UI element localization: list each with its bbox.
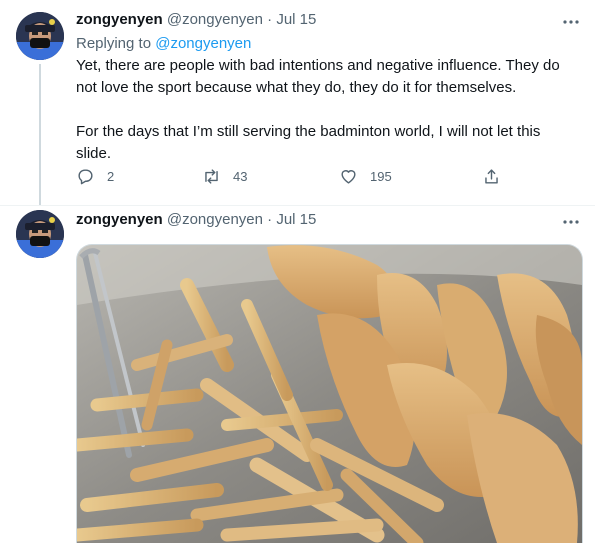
tweet-text: Yet, there are people with bad intention… <box>76 55 571 165</box>
tweet-header: zongyenyen @zongyenyen · Jul 15 <box>76 10 316 30</box>
reply-count: 2 <box>107 169 115 184</box>
more-icon[interactable] <box>561 12 581 32</box>
tweet-photo[interactable] <box>76 244 583 543</box>
tweet-header: zongyenyen @zongyenyen · Jul 15 <box>76 210 316 230</box>
share-button[interactable] <box>482 167 501 186</box>
heart-icon <box>341 170 356 184</box>
retweet-icon <box>205 169 218 184</box>
replying-to: Replying to @zongyenyen <box>76 34 251 54</box>
replying-prefix: Replying to <box>76 35 152 52</box>
reply-button[interactable]: 2 <box>76 167 114 186</box>
tweet-paragraph: For the days that I’m still serving the … <box>76 123 541 162</box>
more-icon[interactable] <box>561 212 581 232</box>
action-bar: 2 43 195 <box>76 167 516 189</box>
tweet-2[interactable]: zongyenyen @zongyenyen · Jul 15 <box>0 206 595 543</box>
timestamp[interactable]: Jul 15 <box>276 11 316 28</box>
thread-line <box>39 64 41 205</box>
like-count: 195 <box>370 169 392 184</box>
reply-icon <box>78 169 93 185</box>
retweet-count: 43 <box>233 169 248 184</box>
separator: · <box>267 211 273 228</box>
fried-snack-photo <box>77 245 582 543</box>
tweet-1[interactable]: zongyenyen @zongyenyen · Jul 15 Replying… <box>0 0 595 205</box>
replying-handle-link[interactable]: @zongyenyen <box>155 35 251 52</box>
like-button[interactable]: 195 <box>339 167 392 186</box>
handle[interactable]: @zongyenyen <box>167 211 263 228</box>
avatar[interactable] <box>16 12 64 60</box>
display-name[interactable]: zongyenyen <box>76 211 163 228</box>
separator: · <box>267 11 273 28</box>
timestamp[interactable]: Jul 15 <box>276 211 316 228</box>
tweet-paragraph: Yet, there are people with bad intention… <box>76 57 560 96</box>
handle[interactable]: @zongyenyen <box>167 11 263 28</box>
retweet-button[interactable]: 43 <box>202 167 247 186</box>
share-icon <box>485 169 498 184</box>
display-name[interactable]: zongyenyen <box>76 11 163 28</box>
avatar[interactable] <box>16 210 64 258</box>
